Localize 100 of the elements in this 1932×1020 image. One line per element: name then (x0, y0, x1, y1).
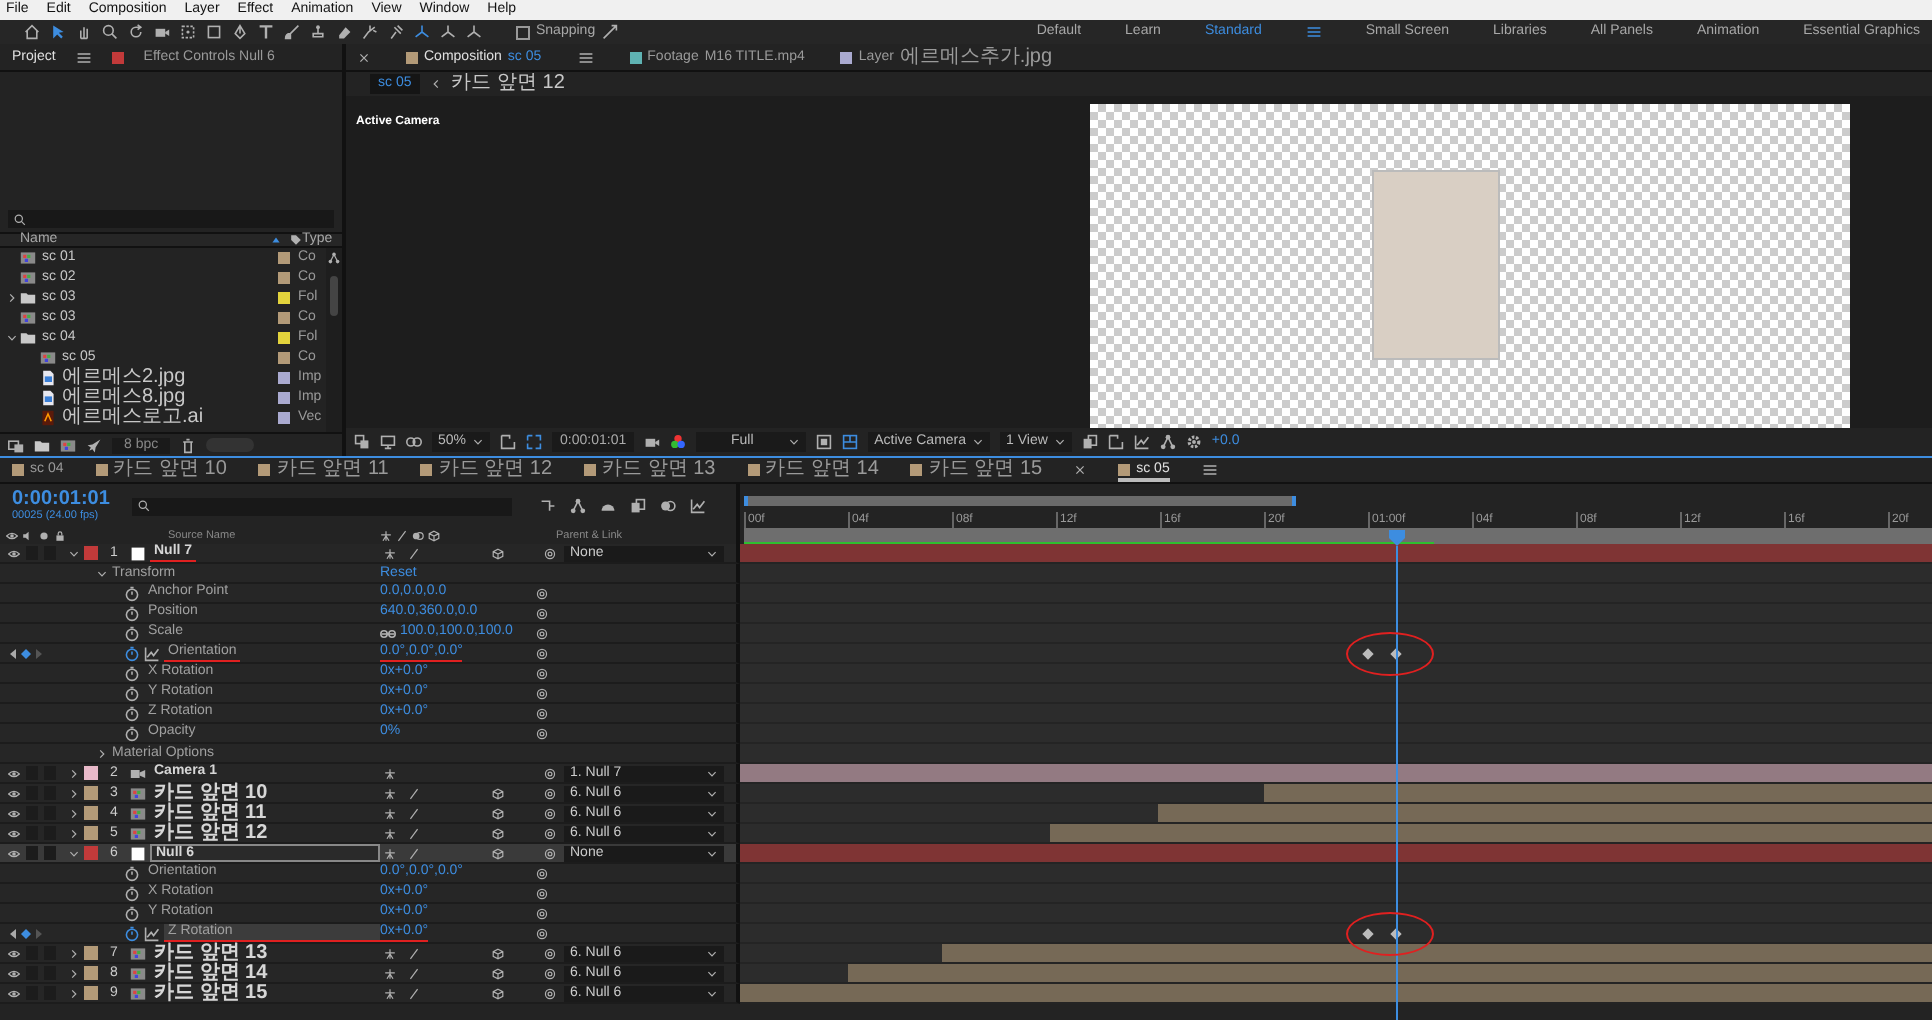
stopwatch-icon[interactable] (124, 605, 140, 621)
stopwatch-icon[interactable] (124, 625, 140, 641)
3d-layer-icon[interactable] (492, 847, 504, 859)
stopwatch-icon[interactable] (124, 885, 140, 901)
mask-icon[interactable] (406, 434, 422, 450)
close-icon[interactable] (1074, 464, 1087, 476)
camera-icon[interactable] (154, 24, 170, 40)
switch-box[interactable] (26, 846, 38, 860)
rotate-icon[interactable] (128, 24, 144, 40)
playhead[interactable] (1388, 530, 1406, 1020)
menu-icon[interactable] (577, 49, 594, 65)
switch-box[interactable] (44, 846, 56, 860)
search-field[interactable] (8, 210, 334, 228)
eye-icon[interactable] (8, 967, 20, 979)
eye-icon[interactable] (8, 547, 20, 559)
collapse-switch-icon[interactable] (384, 827, 396, 839)
stopwatch-icon[interactable] (124, 645, 140, 661)
breadcrumb[interactable]: 카드 앞면 12 (451, 74, 565, 94)
pan-behind-icon[interactable] (180, 24, 196, 40)
sort-icon[interactable] (270, 234, 282, 246)
eye-icon[interactable] (8, 767, 20, 779)
eye-icon[interactable] (8, 827, 20, 839)
stopwatch-icon[interactable] (124, 705, 140, 721)
timeline-tab[interactable]: 카드 앞면 12 (420, 460, 553, 480)
timeline-tab[interactable]: 카드 앞면 10 (95, 460, 227, 480)
current-time[interactable]: 0:00:01:01 (12, 488, 116, 511)
trash-icon[interactable] (180, 437, 197, 453)
keyframe[interactable] (1362, 648, 1374, 660)
collapse-switch-icon[interactable] (384, 807, 396, 819)
collapse-switch-icon[interactable] (384, 947, 396, 959)
composition-icon[interactable] (60, 437, 76, 453)
flowchart-icon[interactable] (570, 498, 586, 514)
3d-layer-icon[interactable] (492, 987, 504, 999)
layer-name[interactable]: 카드 앞면 12 (150, 823, 272, 843)
frames-icon[interactable] (1081, 434, 1098, 450)
flowchart-icon[interactable] (328, 252, 340, 264)
frames-icon[interactable] (630, 498, 646, 514)
collapse-switch-icon[interactable] (384, 767, 396, 779)
layers-icon[interactable] (354, 434, 370, 450)
rectangle-icon[interactable] (206, 24, 222, 40)
stopwatch-icon[interactable] (124, 925, 140, 941)
pick-whip-icon[interactable] (544, 547, 556, 559)
stopwatch-icon[interactable] (124, 865, 140, 881)
keyframe[interactable] (1362, 928, 1374, 940)
region-icon[interactable] (526, 434, 543, 450)
brush-icon[interactable] (284, 24, 300, 40)
3d-layer-icon[interactable] (492, 827, 504, 839)
3d-layer-icon[interactable] (492, 807, 504, 819)
stopwatch-icon[interactable] (124, 685, 140, 701)
hand-icon[interactable] (76, 24, 92, 40)
monitor-icon[interactable] (380, 434, 396, 450)
color-channels-icon[interactable] (670, 434, 687, 450)
eye-icon[interactable] (8, 847, 20, 859)
collapse-switch-icon[interactable] (384, 987, 396, 999)
keyframe[interactable] (1390, 928, 1402, 940)
scrollbar-thumb[interactable] (330, 276, 338, 316)
timeline-tab[interactable]: 카드 앞면 15 (910, 460, 1043, 480)
stamp-icon[interactable] (310, 24, 326, 40)
circles-icon[interactable] (660, 498, 676, 514)
3d-layer-icon[interactable] (492, 947, 504, 959)
timeline-tab[interactable]: 카드 앞면 14 (747, 460, 879, 480)
layer-name[interactable]: 카드 앞면 15 (150, 983, 272, 1003)
export-icon[interactable] (1107, 434, 1124, 450)
menu-icon[interactable] (1305, 24, 1322, 40)
snapping-checkbox[interactable] (516, 25, 530, 39)
link-icon[interactable] (380, 625, 396, 641)
axis-icon[interactable] (440, 24, 456, 40)
eye-icon[interactable] (8, 987, 20, 999)
menu-icon[interactable] (1201, 462, 1218, 478)
pin-icon[interactable] (388, 24, 404, 40)
branch-icon[interactable] (540, 498, 556, 514)
stopwatch-icon[interactable] (124, 905, 140, 921)
layer-name[interactable]: 카드 앞면 11 (150, 803, 271, 823)
3d-layer-icon[interactable] (492, 967, 504, 979)
gear-icon[interactable] (1185, 434, 1202, 450)
pen-icon[interactable] (232, 24, 248, 40)
snap-icon[interactable] (601, 24, 618, 40)
grid-icon[interactable] (842, 434, 859, 450)
footage-icon[interactable] (8, 437, 24, 453)
keyframe-navigator[interactable] (8, 927, 44, 939)
keyframe[interactable] (1390, 648, 1402, 660)
close-icon[interactable] (358, 51, 370, 63)
stopwatch-icon[interactable] (124, 585, 140, 601)
roto-brush-icon[interactable] (362, 24, 378, 40)
axis-icon[interactable] (414, 24, 430, 40)
collapse-switch-icon[interactable] (384, 847, 396, 859)
layer-name[interactable]: 카드 앞면 13 (150, 943, 272, 963)
camera-icon[interactable] (644, 434, 661, 450)
graph-icon[interactable] (144, 925, 160, 941)
eye-icon[interactable] (8, 787, 20, 799)
stopwatch-icon[interactable] (124, 665, 140, 681)
rocket-icon[interactable] (86, 437, 102, 453)
expand-icon[interactable] (500, 434, 517, 450)
magnifier-icon[interactable] (102, 24, 118, 40)
axis-icon[interactable] (466, 24, 482, 40)
collapse-switch-icon[interactable] (384, 967, 396, 979)
search-field[interactable] (132, 497, 512, 515)
text-tool-icon[interactable] (258, 24, 274, 40)
keyframe-navigator[interactable] (8, 647, 44, 659)
eye-icon[interactable] (8, 807, 20, 819)
